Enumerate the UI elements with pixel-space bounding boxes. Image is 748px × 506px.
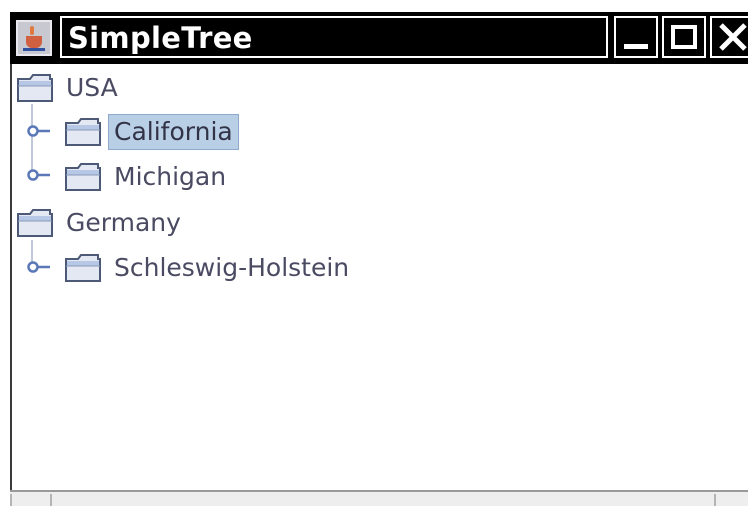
folder-icon (64, 117, 102, 147)
scrollbar-right-button[interactable] (714, 494, 748, 506)
scrollbar-left-button[interactable] (10, 494, 50, 506)
close-button[interactable] (710, 16, 748, 58)
expand-handle-icon[interactable] (26, 168, 52, 182)
steam-shape (30, 26, 34, 35)
tree-panel[interactable]: USA California Michigan Germany Schleswi… (10, 64, 748, 506)
horizontal-scrollbar[interactable] (10, 490, 748, 506)
folder-icon (64, 162, 102, 192)
tree-node-usa[interactable]: USA (16, 68, 124, 108)
scrollbar-track[interactable] (50, 494, 714, 506)
title-bar[interactable]: SimpleTree (10, 12, 748, 64)
folder-icon (16, 208, 54, 238)
tree-node-label: Michigan (114, 162, 227, 191)
expand-handle-icon[interactable] (26, 124, 52, 138)
tree-node-schleswig-holstein[interactable]: Schleswig-Holstein (64, 248, 355, 288)
minimize-button[interactable] (614, 16, 658, 58)
folder-icon (16, 73, 54, 103)
java-cup-icon[interactable] (16, 20, 52, 56)
cup-shape (26, 36, 42, 48)
simpletree-window: SimpleTree USA California Michigan Germa… (0, 0, 748, 506)
tree-node-germany[interactable]: Germany (16, 203, 187, 243)
tree-node-label: USA (66, 73, 118, 102)
tree-node-label: California (108, 114, 239, 150)
maximize-icon (671, 25, 697, 49)
window-title: SimpleTree (68, 21, 253, 55)
tree-node-label: Germany (66, 208, 181, 237)
saucer-shape (23, 48, 45, 51)
tree-node-michigan[interactable]: Michigan (64, 157, 232, 197)
expand-handle-icon[interactable] (26, 260, 52, 274)
close-icon (719, 23, 747, 51)
folder-icon (64, 253, 102, 283)
tree-node-label: Schleswig-Holstein (114, 253, 350, 282)
maximize-button[interactable] (662, 16, 706, 58)
tree-node-california[interactable]: California (64, 112, 239, 152)
tree-connector-line (31, 104, 33, 174)
minimize-icon (624, 44, 648, 49)
